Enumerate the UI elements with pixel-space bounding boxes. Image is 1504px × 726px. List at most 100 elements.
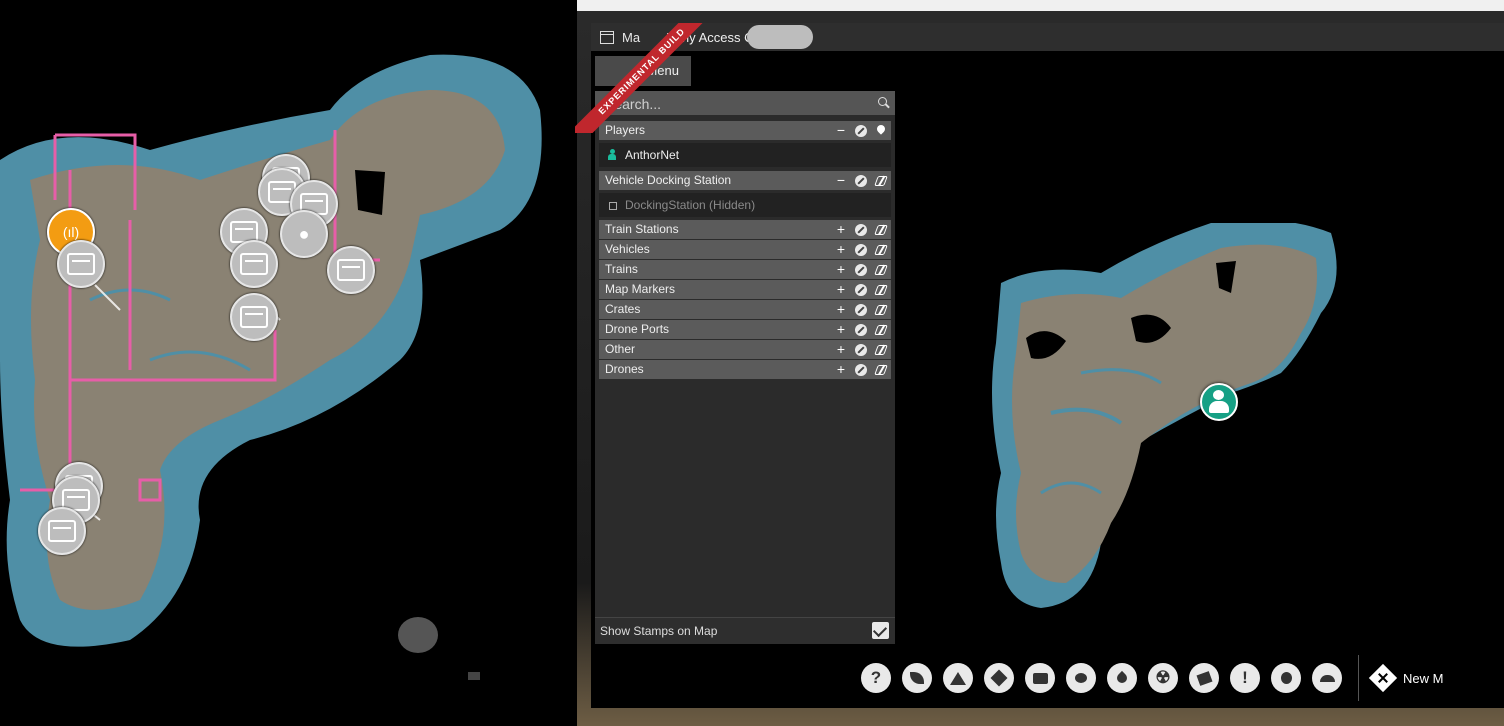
toolbar-divider <box>1358 655 1359 701</box>
water-drop-icon[interactable] <box>1107 663 1137 693</box>
leaf-icon[interactable] <box>902 663 932 693</box>
bag-shape <box>1280 672 1292 684</box>
hide-icon[interactable] <box>855 363 867 376</box>
new-marker-label: New M <box>1403 670 1444 686</box>
show-stamps-label: Show Stamps on Map <box>600 624 718 638</box>
side-panel: Players − AnthorNet Vehicle Docking Stat… <box>595 91 895 644</box>
expand-button[interactable]: + <box>835 320 847 339</box>
detailed-map-terrain <box>0 54 542 680</box>
group-label: Vehicles <box>605 242 650 256</box>
group-label: Players <box>605 123 646 137</box>
stamp-toggle-icon[interactable] <box>875 344 887 356</box>
expand-button[interactable]: + <box>835 300 847 319</box>
hide-icon[interactable] <box>855 223 867 236</box>
player-location-icon[interactable] <box>1200 383 1238 421</box>
group-label: Drones <box>605 362 644 376</box>
collapse-button[interactable]: − <box>835 171 847 190</box>
slug-icon[interactable] <box>1189 663 1219 693</box>
stamp-toggle-icon[interactable] <box>875 304 887 316</box>
list-item[interactable]: AnthorNet <box>599 143 891 167</box>
expand-button[interactable]: + <box>835 360 847 379</box>
group-header-other[interactable]: Other + <box>599 340 891 359</box>
game-window: Ma Early Access C Menu Players − An <box>575 0 1504 726</box>
explosion-shape <box>990 669 1008 687</box>
show-stamps-checkbox[interactable] <box>872 622 889 639</box>
redacted-text <box>747 25 814 49</box>
stamp-toggle-icon[interactable] <box>875 244 887 256</box>
crate-icon[interactable] <box>1025 663 1055 693</box>
crate-marker-icon[interactable] <box>38 507 86 555</box>
window-icon <box>600 30 614 44</box>
group-header-drones[interactable]: Drones + <box>599 360 891 379</box>
crate-marker-icon[interactable] <box>230 240 278 288</box>
radiation-icon[interactable]: ☢ <box>1148 663 1178 693</box>
hide-icon[interactable] <box>855 263 867 276</box>
stamp-toggle-icon[interactable] <box>875 284 887 296</box>
crate-marker-icon[interactable] <box>327 246 375 294</box>
stamp-toggle-icon[interactable] <box>875 175 887 187</box>
leaf-shape <box>910 672 924 684</box>
player-marker-icon[interactable]: ● <box>280 210 328 258</box>
creature-shape <box>1319 674 1335 682</box>
docking-name: DockingStation (Hidden) <box>625 198 756 212</box>
group-header-vehicles[interactable]: Vehicles + <box>599 240 891 259</box>
stamp-toggle-icon[interactable] <box>875 364 887 376</box>
paw-icon[interactable] <box>1066 663 1096 693</box>
group-header-map-markers[interactable]: Map Markers + <box>599 280 891 299</box>
help-icon[interactable]: ? <box>861 663 891 693</box>
group-label: Vehicle Docking Station <box>605 173 732 187</box>
add-marker-icon <box>1368 663 1398 693</box>
crate-marker-icon[interactable] <box>230 293 278 341</box>
explosion-icon[interactable] <box>984 663 1014 693</box>
search-icon[interactable] <box>878 97 887 106</box>
search-box <box>595 91 895 115</box>
bag-icon[interactable] <box>1271 663 1301 693</box>
detailed-world-map[interactable]: (ıl) ● <box>0 0 577 726</box>
locate-icon[interactable] <box>875 125 887 137</box>
warning-icon[interactable]: ! <box>1230 663 1260 693</box>
stamp-toggle-icon[interactable] <box>875 324 887 336</box>
expand-button[interactable]: + <box>835 260 847 279</box>
group-label: Map Markers <box>605 282 676 296</box>
hide-icon[interactable] <box>855 124 867 137</box>
group-header-drone-ports[interactable]: Drone Ports + <box>599 320 891 339</box>
hide-icon[interactable] <box>855 283 867 296</box>
paw-shape <box>1075 673 1087 683</box>
expand-button[interactable]: + <box>835 240 847 259</box>
docking-icon <box>609 202 617 210</box>
hide-icon[interactable] <box>855 323 867 336</box>
group-label: Other <box>605 342 636 356</box>
new-marker-button[interactable]: New M <box>1368 663 1444 693</box>
overview-map[interactable] <box>981 223 1381 623</box>
stamp-toolbar: ? ☢ ! New M <box>861 653 1443 703</box>
map-title-bar[interactable]: Ma Early Access C <box>591 23 1504 51</box>
search-input[interactable] <box>603 93 867 115</box>
window-top-strip <box>577 0 1504 11</box>
expand-button[interactable]: + <box>835 220 847 239</box>
map-window-title: Ma <box>622 29 641 45</box>
list-item[interactable]: DockingStation (Hidden) <box>599 193 891 217</box>
group-header-docking[interactable]: Vehicle Docking Station − <box>599 171 891 190</box>
hide-icon[interactable] <box>855 174 867 187</box>
show-stamps-row: Show Stamps on Map <box>595 617 895 644</box>
drop-shape <box>1114 670 1130 686</box>
group-header-players[interactable]: Players − <box>599 121 891 140</box>
group-header-crates[interactable]: Crates + <box>599 300 891 319</box>
slug-shape <box>1196 670 1212 686</box>
hide-icon[interactable] <box>855 303 867 316</box>
menu-button[interactable]: Menu <box>595 56 691 86</box>
collapse-button[interactable]: − <box>835 121 847 140</box>
group-header-trains[interactable]: Trains + <box>599 260 891 279</box>
tent-icon[interactable] <box>943 663 973 693</box>
creature-icon[interactable] <box>1312 663 1342 693</box>
expand-button[interactable]: + <box>835 340 847 359</box>
map-window: Ma Early Access C Menu Players − An <box>575 23 1504 708</box>
hide-icon[interactable] <box>855 243 867 256</box>
crate-marker-icon[interactable] <box>57 240 105 288</box>
stamp-toggle-icon[interactable] <box>875 224 887 236</box>
group-header-train-stations[interactable]: Train Stations + <box>599 220 891 239</box>
stamp-toggle-icon[interactable] <box>875 264 887 276</box>
expand-button[interactable]: + <box>835 280 847 299</box>
group-label: Trains <box>605 262 638 276</box>
hide-icon[interactable] <box>855 343 867 356</box>
